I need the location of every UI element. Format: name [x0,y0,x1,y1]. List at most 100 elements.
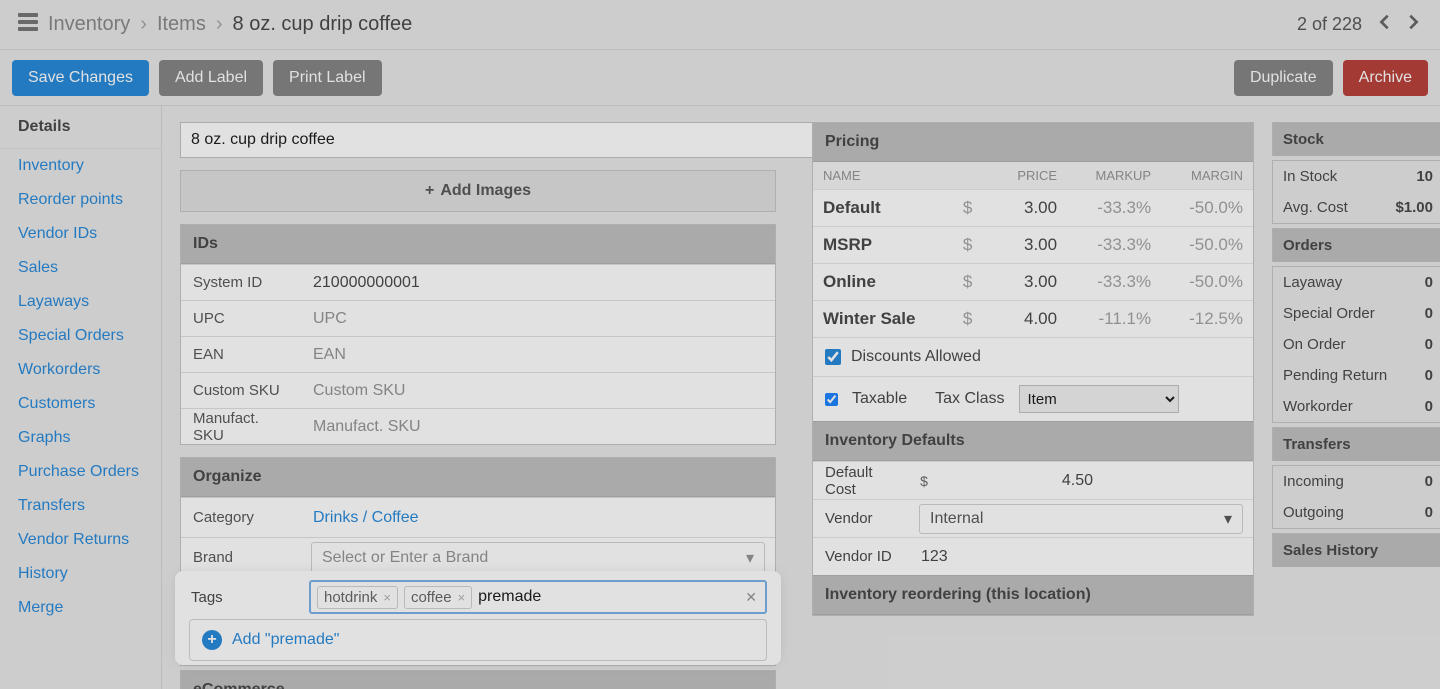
transfers-head: Transfers [1272,427,1440,461]
breadcrumb-inventory[interactable]: Inventory [48,13,130,36]
pricing-panel: Pricing NAME PRICE MARKUP MARGIN Default… [812,122,1254,616]
chevron-down-icon: ▾ [746,548,754,568]
sidebar-item-vendor-ids[interactable]: Vendor IDs [0,217,161,251]
add-images-button[interactable]: + Add Images [180,170,776,212]
vendorid-value: 123 [909,548,1253,566]
tags-dropdown: + Add "premade" [189,619,767,661]
add-label-button[interactable]: Add Label [159,60,263,96]
ean-input[interactable] [301,337,775,372]
ids-head: IDs [181,225,775,264]
tag-chip: coffee× [404,586,472,609]
plus-circle-icon: + [202,630,222,650]
stat-row: Special Order0 [1273,298,1440,329]
col-name: NAME [813,162,953,190]
sidebar-item-vendor-returns[interactable]: Vendor Returns [0,523,161,557]
breadcrumb-current: 8 oz. cup drip coffee [233,13,413,36]
print-label-button[interactable]: Print Label [273,60,382,96]
upc-input[interactable] [301,301,775,336]
sidebar-item-purchase-orders[interactable]: Purchase Orders [0,455,161,489]
pager-text: 2 of 228 [1297,14,1362,35]
pager-next-icon[interactable] [1404,13,1422,36]
sidebar-item-reorder-points[interactable]: Reorder points [0,183,161,217]
pricing-head: Pricing [813,123,1253,162]
tags-input[interactable] [478,588,759,606]
ids-panel: IDs System ID210000000001 UPC EAN Custom… [180,224,776,445]
price-row: MSRP$3.00-33.3%-50.0% [813,227,1253,264]
save-button[interactable]: Save Changes [12,60,149,96]
col-markup: MARKUP [1067,162,1161,190]
sidebar-item-transfers[interactable]: Transfers [0,489,161,523]
price-row: Online$3.00-33.3%-50.0% [813,264,1253,301]
orders-box: Layaway0 Special Order0 On Order0 Pendin… [1272,266,1440,423]
sidebar-item-customers[interactable]: Customers [0,387,161,421]
sales-history-head: Sales History [1272,533,1440,567]
sidebar-item-layaways[interactable]: Layaways [0,285,161,319]
tag-remove-icon[interactable]: × [458,590,466,605]
vendor-label: Vendor [813,510,909,527]
category-label: Category [181,509,301,526]
sidebar-item-inventory[interactable]: Inventory [0,149,161,183]
tags-field[interactable]: hotdrink× coffee× ✕ [309,580,767,614]
sidebar-item-history[interactable]: History [0,557,161,591]
stock-box: In Stock10 Avg. Cost$1.00 [1272,160,1440,224]
stock-head: Stock [1272,122,1440,156]
sidebar-item-merge[interactable]: Merge [0,591,161,625]
stat-row: On Order0 [1273,329,1440,360]
tags-add-option[interactable]: + Add "premade" [190,620,766,660]
taxclass-label: Tax Class [935,390,1004,408]
brand-select[interactable]: Select or Enter a Brand ▾ [311,542,765,574]
taxable-label: Taxable [852,390,907,408]
action-bar: Save Changes Add Label Print Label Dupli… [0,50,1440,106]
price-row: Winter Sale$4.00-11.1%-12.5% [813,301,1253,338]
item-name-input[interactable] [180,122,850,158]
mansku-label: Manufact. SKU [181,410,301,444]
pricing-table: NAME PRICE MARKUP MARGIN Default$3.00-33… [813,162,1253,337]
stat-row: In Stock10 [1273,161,1440,192]
sidebar-item-sales[interactable]: Sales [0,251,161,285]
discounts-checkbox[interactable] [825,349,841,365]
sidebar-head: Details [0,106,161,149]
menu-icon[interactable] [18,13,38,37]
ecommerce-head: eCommerce [181,671,775,689]
taxclass-select[interactable]: Item [1019,385,1179,413]
sidebar-item-graphs[interactable]: Graphs [0,421,161,455]
mansku-input[interactable] [301,409,775,444]
tags-editor: Tags hotdrink× coffee× ✕ [179,575,777,661]
taxable-checkbox[interactable] [825,393,838,406]
stat-row: Avg. Cost$1.00 [1273,192,1440,223]
system-id-label: System ID [181,274,301,291]
col-price: PRICE [993,162,1067,190]
sidebar-item-workorders[interactable]: Workorders [0,353,161,387]
currency-symbol: $ [909,473,939,489]
breadcrumb-bar: Inventory › Items › 8 oz. cup drip coffe… [0,0,1440,50]
tag-remove-icon[interactable]: × [383,590,391,605]
defaults-head: Inventory Defaults [813,421,1253,461]
customsku-label: Custom SKU [181,382,301,399]
customsku-input[interactable] [301,373,775,408]
duplicate-button[interactable]: Duplicate [1234,60,1333,96]
stat-row: Layaway0 [1273,267,1440,298]
system-id-value: 210000000001 [301,274,775,292]
vendorid-label: Vendor ID [813,548,909,565]
stat-row: Outgoing0 [1273,497,1440,528]
tags-clear-icon[interactable]: ✕ [741,589,761,606]
archive-button[interactable]: Archive [1343,60,1428,96]
reorder-head: Inventory reordering (this location) [813,575,1253,615]
default-cost-label: Default Cost [813,464,909,498]
vendor-select[interactable]: Internal ▾ [919,504,1243,534]
ecommerce-panel: eCommerce Publish to eCom Delete from eC… [180,670,776,689]
sidebar-item-special-orders[interactable]: Special Orders [0,319,161,353]
price-row: Default$3.00-33.3%-50.0% [813,190,1253,227]
chevron-down-icon: ▾ [1224,509,1232,529]
stat-row: Pending Return0 [1273,360,1440,391]
category-link[interactable]: Drinks / Coffee [301,509,431,527]
breadcrumb-items[interactable]: Items [157,13,206,36]
upc-label: UPC [181,310,301,327]
discounts-label: Discounts Allowed [851,348,981,366]
stat-row: Workorder0 [1273,391,1440,422]
pager-prev-icon[interactable] [1376,13,1394,36]
tag-chip: hotdrink× [317,586,398,609]
brand-label: Brand [181,549,301,566]
organize-head: Organize [181,458,775,497]
default-cost-value[interactable]: 4.50 [939,472,1253,490]
